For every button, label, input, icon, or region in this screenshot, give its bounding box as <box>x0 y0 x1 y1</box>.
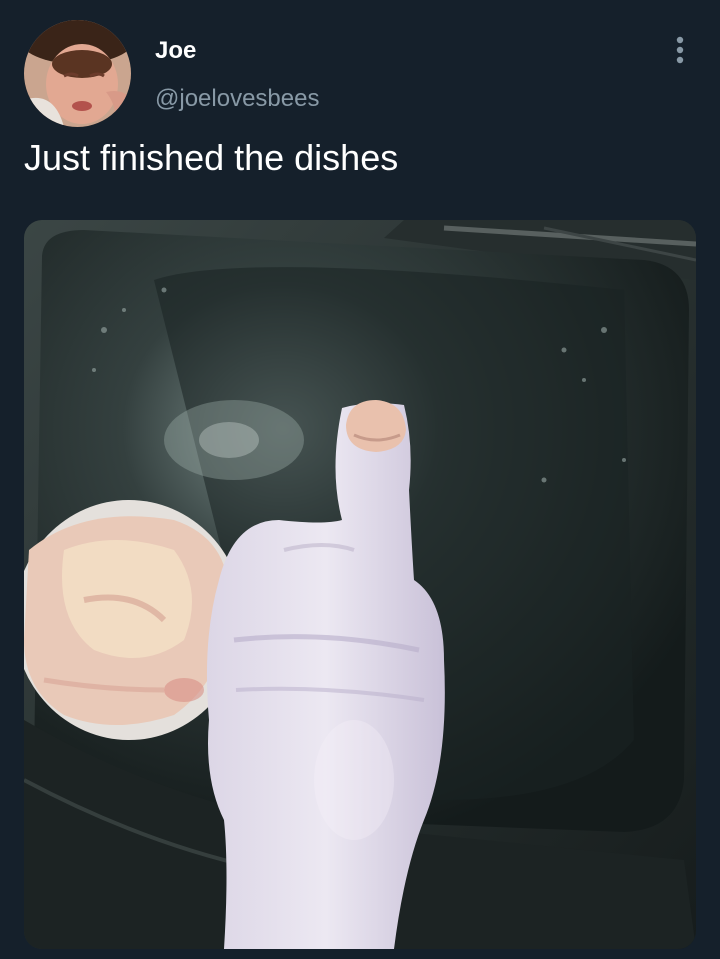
tweet: Joe @joelovesbees Just finished the dish… <box>0 0 720 959</box>
tweet-media[interactable] <box>24 220 696 949</box>
avatar-image <box>24 20 131 127</box>
tweet-text: Just finished the dishes <box>24 137 399 178</box>
more-vertical-icon <box>676 36 684 64</box>
avatar[interactable] <box>24 20 131 127</box>
author-handle[interactable]: @joelovesbees <box>155 84 319 114</box>
author-name[interactable]: Joe <box>155 36 196 66</box>
more-options-button[interactable] <box>664 32 696 68</box>
tweet-photo <box>24 220 696 949</box>
